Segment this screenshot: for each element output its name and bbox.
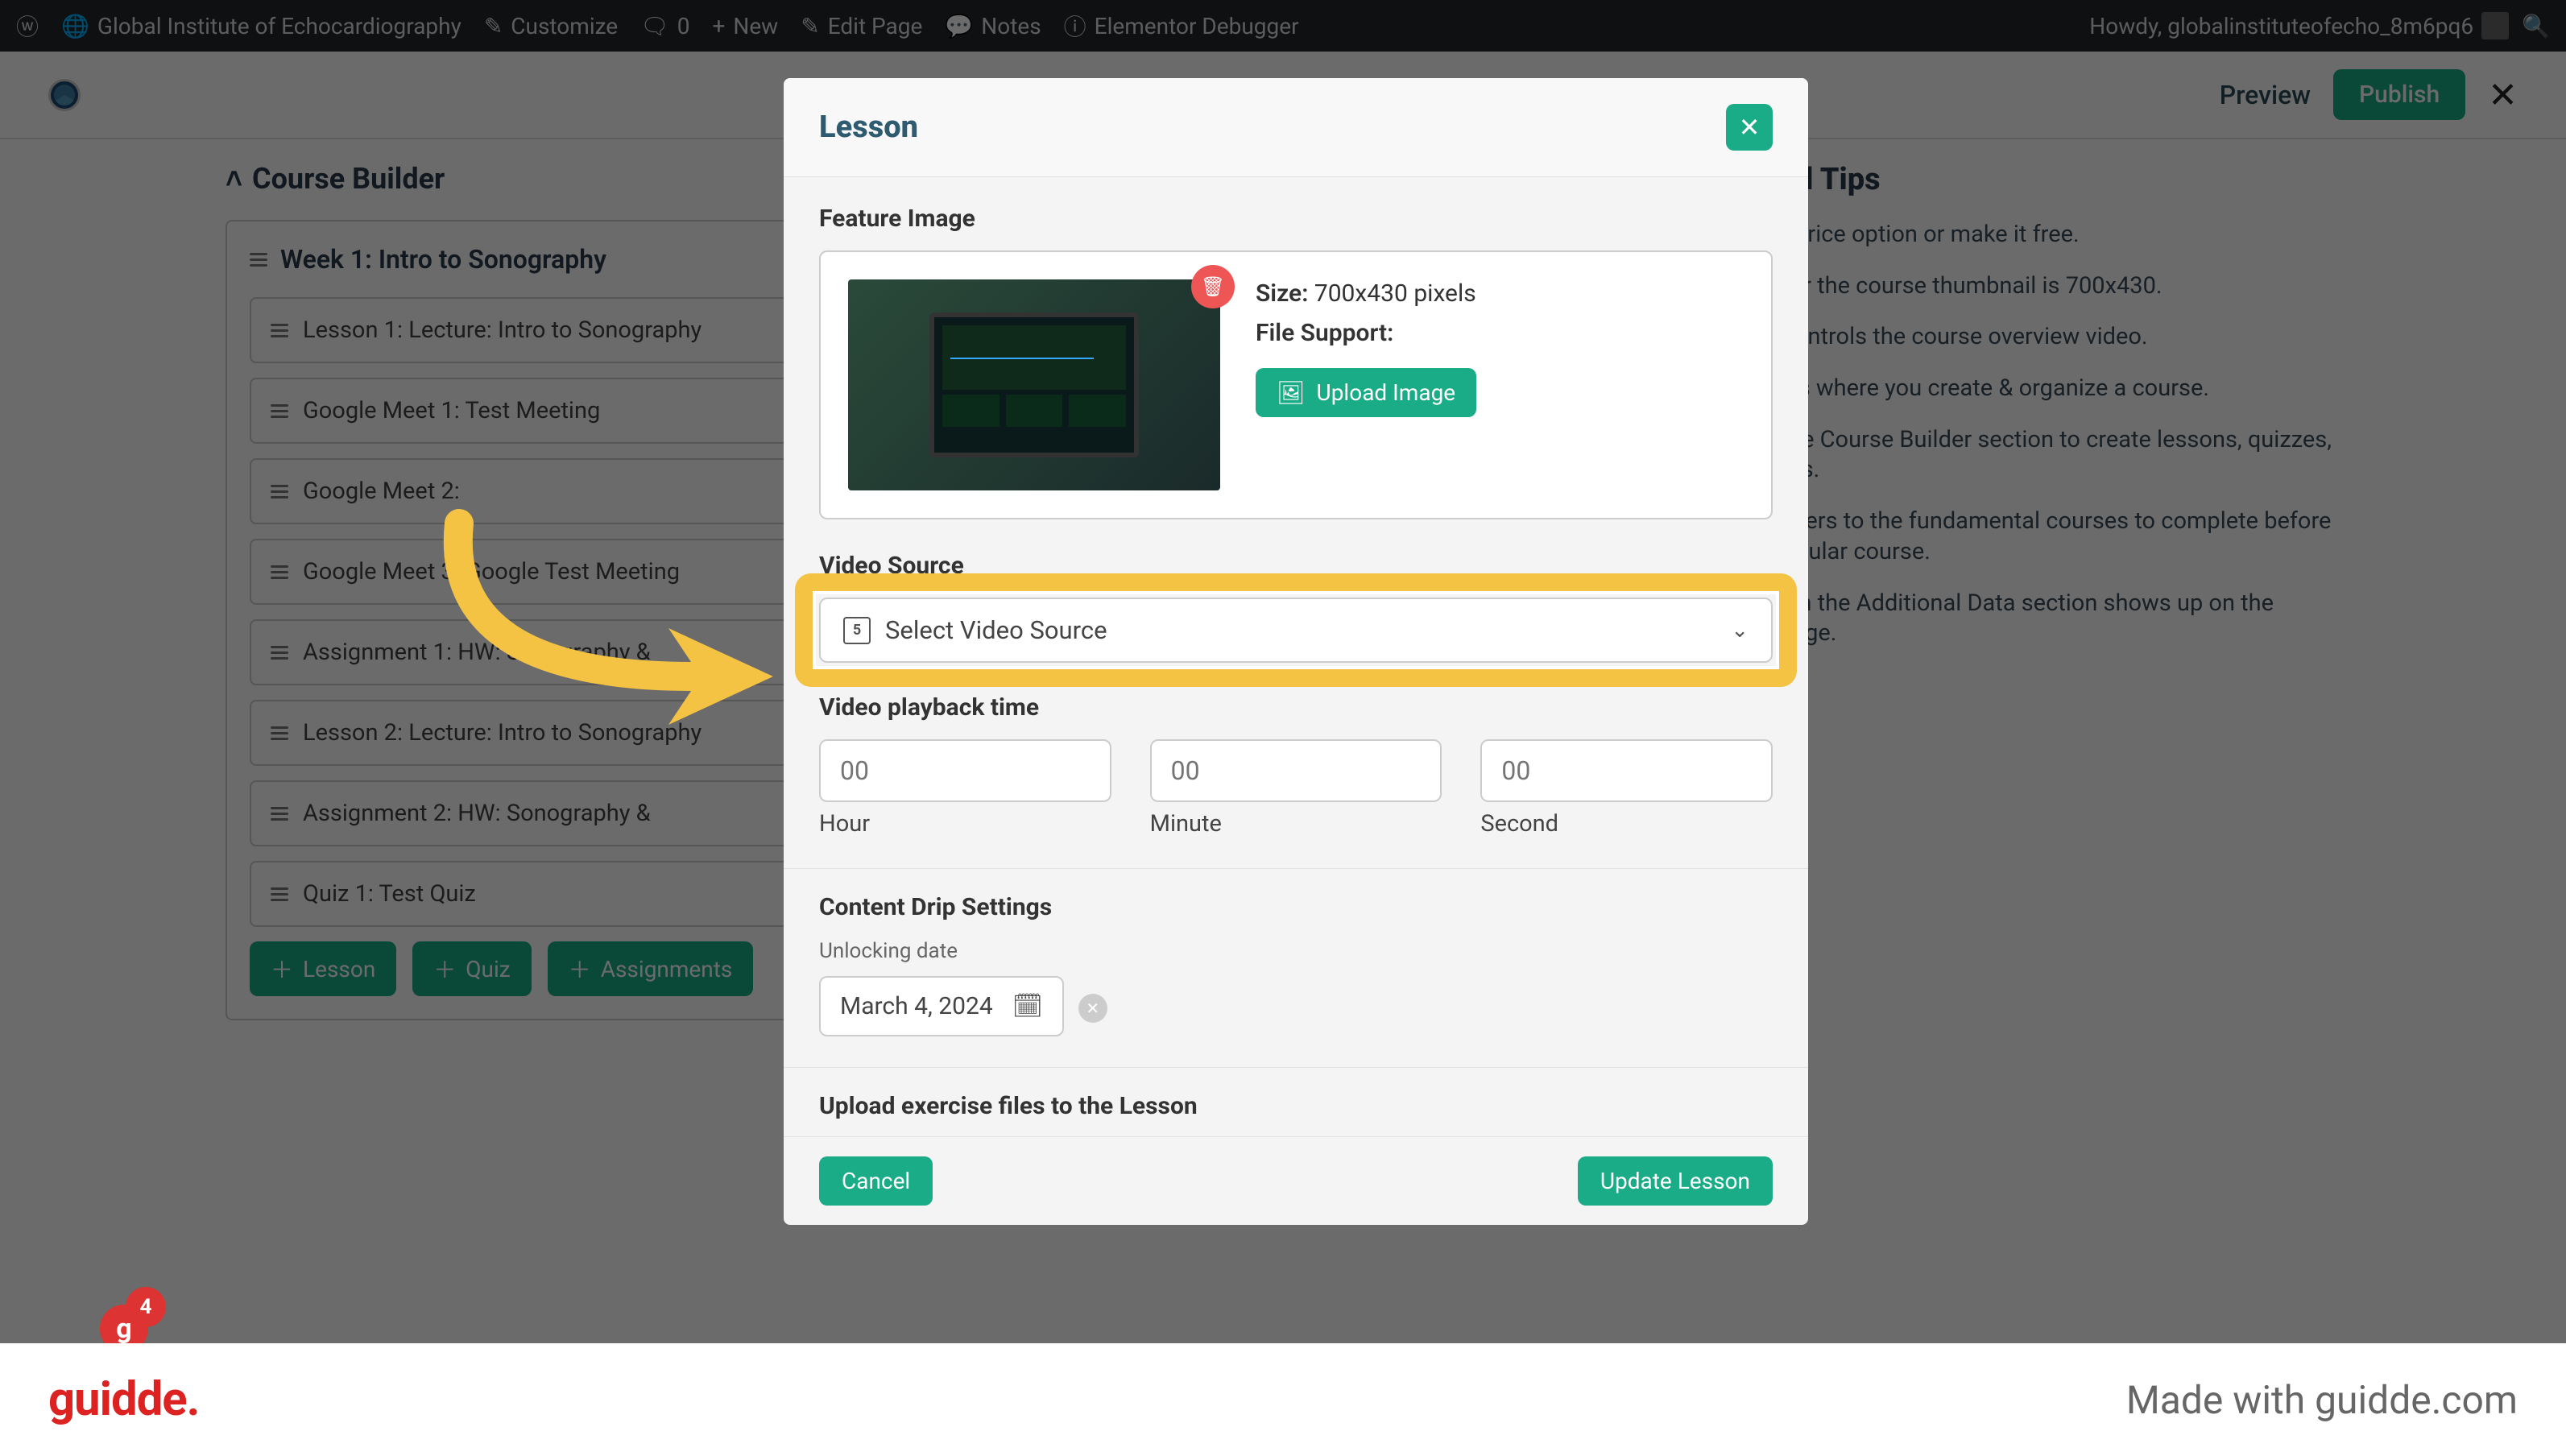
html5-icon: 5 xyxy=(843,617,871,644)
cancel-button[interactable]: Cancel xyxy=(819,1156,933,1206)
modal-close-button[interactable]: ✕ xyxy=(1726,104,1773,151)
playback-time-label: Video playback time xyxy=(819,693,1773,722)
feature-image-label: Feature Image xyxy=(819,205,1773,233)
minute-input[interactable] xyxy=(1150,739,1442,802)
video-source-label: Video Source xyxy=(819,552,1773,580)
feature-image-box: 🗑 Size: 700x430 pixels File Support: 🖼 U… xyxy=(819,250,1773,519)
chevron-down-icon: ⌄ xyxy=(1731,618,1749,643)
guidde-banner: guidde Made with guidde.com xyxy=(0,1343,2566,1456)
upload-exercise-label: Upload exercise files to the Lesson xyxy=(819,1092,1773,1120)
image-icon: 🖼 xyxy=(1277,379,1306,406)
video-source-select[interactable]: 5 Select Video Source ⌄ xyxy=(819,598,1773,663)
modal-title: Lesson xyxy=(819,110,918,145)
update-lesson-button[interactable]: Update Lesson xyxy=(1578,1156,1773,1206)
file-support-text: File Support: xyxy=(1256,319,1476,347)
unlocking-date-input[interactable]: March 4, 2024 🗓 xyxy=(819,976,1064,1036)
calendar-icon: 🗓 xyxy=(1012,992,1043,1020)
upload-image-button[interactable]: 🖼 Upload Image xyxy=(1256,368,1476,417)
second-label: Second xyxy=(1480,810,1773,838)
second-input[interactable] xyxy=(1480,739,1773,802)
made-with-text: Made with guidde.com xyxy=(2126,1377,2518,1423)
guidde-logo: guidde xyxy=(48,1372,199,1427)
lesson-modal: Lesson ✕ Feature Image 🗑 Size: 700x430 p… xyxy=(784,78,1808,1225)
hour-input[interactable] xyxy=(819,739,1111,802)
minute-label: Minute xyxy=(1150,810,1442,838)
feature-thumbnail xyxy=(848,279,1220,490)
drip-settings-label: Content Drip Settings xyxy=(819,893,1773,921)
clear-date-button[interactable]: ✕ xyxy=(1078,994,1107,1023)
notification-badge: 4 xyxy=(126,1287,166,1327)
delete-thumbnail-button[interactable]: 🗑 xyxy=(1191,265,1235,308)
unlocking-date-label: Unlocking date xyxy=(819,939,1773,963)
image-size-text: Size: 700x430 pixels xyxy=(1256,279,1476,308)
hour-label: Hour xyxy=(819,810,1111,838)
